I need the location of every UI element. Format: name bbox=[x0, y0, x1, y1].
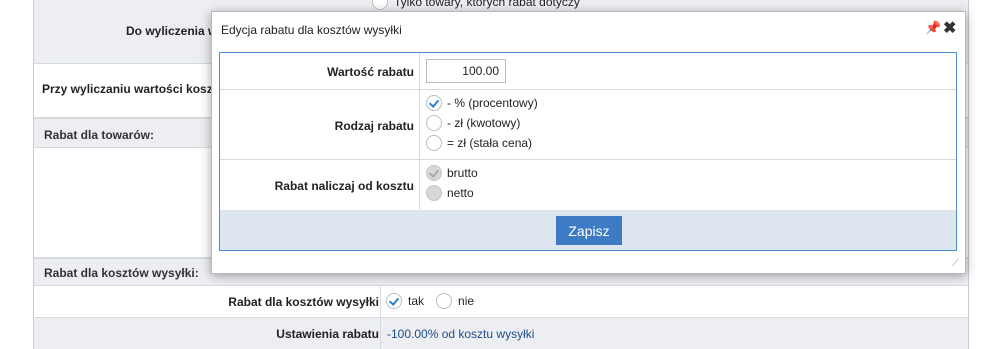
naliczaj-option-brutto: brutto bbox=[426, 165, 478, 181]
bg-top-option: Tylko towary, których rabat dotyczy bbox=[372, 0, 580, 10]
bg-rabat-nie-radio[interactable] bbox=[436, 293, 453, 309]
dialog-titlebar[interactable]: Edycja rabatu dla kosztów wysyłki 📌 ✖ bbox=[212, 12, 965, 46]
rodzaj-radio-stala-cena[interactable] bbox=[426, 135, 442, 151]
rodzaj-option-label: = zł (stała cena) bbox=[447, 136, 533, 150]
bg-top-option-label: Tylko towary, których rabat dotyczy bbox=[394, 0, 580, 9]
bg-rabat-koszty-options: tak nie bbox=[386, 293, 474, 309]
form-row-wartosc: Wartość rabatu bbox=[220, 53, 956, 90]
naliczaj-option-netto: netto bbox=[426, 185, 474, 201]
rodzaj-option-stala-cena[interactable]: = zł (stała cena) bbox=[426, 135, 532, 151]
bg-section-towary-label: Rabat dla towarów: bbox=[44, 128, 155, 142]
bg-rabat-tak-label: tak bbox=[408, 294, 425, 308]
bg-top-option-radio[interactable] bbox=[372, 0, 388, 10]
save-button[interactable]: Zapisz bbox=[556, 216, 622, 245]
bg-rabat-tak-radio[interactable] bbox=[386, 293, 402, 309]
bg-row-ustawienia: Ustawienia rabatu -100.00% od kosztu wys… bbox=[34, 318, 968, 349]
rodzaj-option-label: - zł (kwotowy) bbox=[447, 116, 521, 130]
close-icon[interactable]: ✖ bbox=[943, 18, 956, 38]
pin-icon[interactable]: 📌 bbox=[925, 20, 941, 36]
rodzaj-option-procentowy[interactable]: - % (procentowy) bbox=[426, 95, 538, 111]
rodzaj-label: Rodzaj rabatu bbox=[220, 90, 420, 159]
bg-label-do-wyliczenia: Do wyliczenia w bbox=[126, 24, 218, 38]
form-row-rodzaj: Rodzaj rabatu - % (procentowy) - zł (kwo… bbox=[220, 90, 956, 160]
rodzaj-radio-kwotowy[interactable] bbox=[426, 115, 442, 131]
wartosc-label: Wartość rabatu bbox=[220, 53, 420, 89]
rodzaj-radio-procentowy[interactable] bbox=[426, 95, 442, 111]
naliczaj-option-label: netto bbox=[447, 186, 474, 200]
wartosc-rabatu-input[interactable] bbox=[426, 59, 506, 83]
bg-rabat-koszty-label: Rabat dla kosztów wysyłki bbox=[228, 295, 379, 309]
bg-section-koszty-label: Rabat dla kosztów wysyłki: bbox=[44, 266, 199, 280]
naliczaj-radio-brutto bbox=[426, 165, 442, 181]
bg-ustawienia-value: -100.00% od kosztu wysyłki bbox=[387, 327, 535, 341]
naliczaj-option-label: brutto bbox=[447, 166, 478, 180]
edit-discount-dialog: Edycja rabatu dla kosztów wysyłki 📌 ✖ Wa… bbox=[211, 11, 966, 274]
bg-row-rabat-koszty: Rabat dla kosztów wysyłki tak nie bbox=[34, 286, 968, 318]
bg-ustawienia-label: Ustawienia rabatu bbox=[276, 327, 379, 341]
dialog-title: Edycja rabatu dla kosztów wysyłki bbox=[221, 23, 402, 37]
naliczaj-radio-netto bbox=[426, 185, 442, 201]
dialog-form: Wartość rabatu Rodzaj rabatu - % (procen… bbox=[219, 52, 957, 251]
naliczaj-label: Rabat naliczaj od kosztu bbox=[220, 160, 420, 210]
save-row: Zapisz bbox=[220, 210, 956, 250]
form-row-naliczaj: Rabat naliczaj od kosztu brutto netto bbox=[220, 160, 956, 210]
rodzaj-option-label: - % (procentowy) bbox=[447, 96, 538, 110]
bg-column-divider bbox=[380, 286, 381, 317]
resize-grip-icon[interactable]: ⟋ bbox=[952, 258, 959, 269]
bg-rabat-nie-label: nie bbox=[458, 294, 475, 308]
bg-label-przy-wyliczaniu: Przy wyliczaniu wartości kosz bbox=[42, 82, 213, 96]
bg-column-divider-2 bbox=[380, 318, 381, 349]
rodzaj-option-kwotowy[interactable]: - zł (kwotowy) bbox=[426, 115, 520, 131]
